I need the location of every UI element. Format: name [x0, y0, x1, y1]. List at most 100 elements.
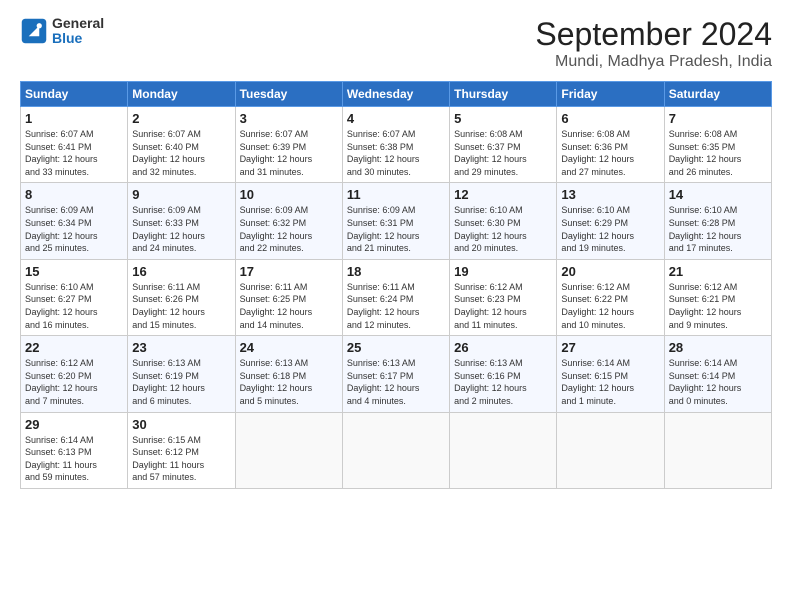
day-info: Sunrise: 6:13 AM Sunset: 6:16 PM Dayligh…: [454, 357, 552, 407]
day-number: 21: [669, 264, 767, 279]
weekday-header-sunday: Sunday: [21, 82, 128, 107]
day-number: 17: [240, 264, 338, 279]
day-cell: 18 Sunrise: 6:11 AM Sunset: 6:24 PM Dayli…: [342, 259, 449, 335]
day-cell: 14Sunrise: 6:10 AM Sunset: 6:28 PM Dayli…: [664, 183, 771, 259]
day-cell: [557, 412, 664, 488]
day-number: 22: [25, 340, 123, 355]
day-number: 29: [25, 417, 123, 432]
logo-blue: Blue: [52, 31, 104, 46]
day-cell: 29 Sunrise: 6:14 AM Sunset: 6:13 PM Dayli…: [21, 412, 128, 488]
day-info: Sunrise: 6:14 AM Sunset: 6:13 PM Dayligh…: [25, 434, 123, 484]
day-cell: 22 Sunrise: 6:12 AM Sunset: 6:20 PM Dayli…: [21, 336, 128, 412]
header-row: General Blue September 2024 Mundi, Madhy…: [20, 16, 772, 71]
day-cell: [664, 412, 771, 488]
day-info: Sunrise: 6:07 AM Sunset: 6:39 PM Dayligh…: [240, 128, 338, 178]
day-number: 7: [669, 111, 767, 126]
day-cell: 16 Sunrise: 6:11 AM Sunset: 6:26 PM Dayli…: [128, 259, 235, 335]
calendar-table: SundayMondayTuesdayWednesdayThursdayFrid…: [20, 81, 772, 489]
day-info: Sunrise: 6:07 AM Sunset: 6:41 PM Dayligh…: [25, 128, 123, 178]
weekday-header-tuesday: Tuesday: [235, 82, 342, 107]
day-cell: 5 Sunrise: 6:08 AM Sunset: 6:37 PM Daylig…: [450, 107, 557, 183]
day-cell: 26 Sunrise: 6:13 AM Sunset: 6:16 PM Dayli…: [450, 336, 557, 412]
day-info: Sunrise: 6:11 AM Sunset: 6:25 PM Dayligh…: [240, 281, 338, 331]
weekday-row: SundayMondayTuesdayWednesdayThursdayFrid…: [21, 82, 772, 107]
day-number: 10: [240, 187, 338, 202]
calendar-header: SundayMondayTuesdayWednesdayThursdayFrid…: [21, 82, 772, 107]
day-cell: 30 Sunrise: 6:15 AM Sunset: 6:12 PM Dayli…: [128, 412, 235, 488]
day-cell: 13 Sunrise: 6:10 AM Sunset: 6:29 PM Dayli…: [557, 183, 664, 259]
day-info: Sunrise: 6:09 AM Sunset: 6:32 PM Dayligh…: [240, 204, 338, 254]
day-number: 2: [132, 111, 230, 126]
day-info: Sunrise: 6:09 AM Sunset: 6:31 PM Dayligh…: [347, 204, 445, 254]
day-number: 30: [132, 417, 230, 432]
day-info: Sunrise: 6:15 AM Sunset: 6:12 PM Dayligh…: [132, 434, 230, 484]
day-number: 18: [347, 264, 445, 279]
day-number: 6: [561, 111, 659, 126]
week-row-5: 29 Sunrise: 6:14 AM Sunset: 6:13 PM Dayli…: [21, 412, 772, 488]
day-number: 3: [240, 111, 338, 126]
day-cell: 7Sunrise: 6:08 AM Sunset: 6:35 PM Daylig…: [664, 107, 771, 183]
day-number: 24: [240, 340, 338, 355]
day-cell: 8Sunrise: 6:09 AM Sunset: 6:34 PM Daylig…: [21, 183, 128, 259]
logo-icon: [20, 17, 48, 45]
day-info: Sunrise: 6:12 AM Sunset: 6:22 PM Dayligh…: [561, 281, 659, 331]
day-number: 12: [454, 187, 552, 202]
day-number: 8: [25, 187, 123, 202]
day-info: Sunrise: 6:10 AM Sunset: 6:29 PM Dayligh…: [561, 204, 659, 254]
day-info: Sunrise: 6:11 AM Sunset: 6:24 PM Dayligh…: [347, 281, 445, 331]
day-info: Sunrise: 6:07 AM Sunset: 6:40 PM Dayligh…: [132, 128, 230, 178]
day-cell: 23Sunrise: 6:13 AM Sunset: 6:19 PM Dayli…: [128, 336, 235, 412]
day-number: 19: [454, 264, 552, 279]
day-cell: 21 Sunrise: 6:12 AM Sunset: 6:21 PM Dayli…: [664, 259, 771, 335]
day-cell: 10 Sunrise: 6:09 AM Sunset: 6:32 PM Dayli…: [235, 183, 342, 259]
week-row-4: 22 Sunrise: 6:12 AM Sunset: 6:20 PM Dayli…: [21, 336, 772, 412]
day-number: 13: [561, 187, 659, 202]
day-cell: 1 Sunrise: 6:07 AM Sunset: 6:41 PM Daylig…: [21, 107, 128, 183]
day-cell: 15 Sunrise: 6:10 AM Sunset: 6:27 PM Dayli…: [21, 259, 128, 335]
day-cell: [235, 412, 342, 488]
day-number: 9: [132, 187, 230, 202]
day-number: 1: [25, 111, 123, 126]
day-info: Sunrise: 6:14 AM Sunset: 6:15 PM Dayligh…: [561, 357, 659, 407]
day-cell: 9Sunrise: 6:09 AM Sunset: 6:33 PM Daylig…: [128, 183, 235, 259]
day-cell: 12Sunrise: 6:10 AM Sunset: 6:30 PM Dayli…: [450, 183, 557, 259]
day-cell: 17 Sunrise: 6:11 AM Sunset: 6:25 PM Dayli…: [235, 259, 342, 335]
day-cell: 4Sunrise: 6:07 AM Sunset: 6:38 PM Daylig…: [342, 107, 449, 183]
day-number: 26: [454, 340, 552, 355]
day-info: Sunrise: 6:10 AM Sunset: 6:27 PM Dayligh…: [25, 281, 123, 331]
day-info: Sunrise: 6:11 AM Sunset: 6:26 PM Dayligh…: [132, 281, 230, 331]
day-cell: 19Sunrise: 6:12 AM Sunset: 6:23 PM Dayli…: [450, 259, 557, 335]
day-info: Sunrise: 6:08 AM Sunset: 6:36 PM Dayligh…: [561, 128, 659, 178]
day-cell: 11 Sunrise: 6:09 AM Sunset: 6:31 PM Dayli…: [342, 183, 449, 259]
day-info: Sunrise: 6:13 AM Sunset: 6:17 PM Dayligh…: [347, 357, 445, 407]
week-row-3: 15 Sunrise: 6:10 AM Sunset: 6:27 PM Dayli…: [21, 259, 772, 335]
day-number: 25: [347, 340, 445, 355]
day-info: Sunrise: 6:12 AM Sunset: 6:20 PM Dayligh…: [25, 357, 123, 407]
day-number: 27: [561, 340, 659, 355]
calendar-subtitle: Mundi, Madhya Pradesh, India: [535, 53, 772, 71]
day-number: 15: [25, 264, 123, 279]
day-info: Sunrise: 6:08 AM Sunset: 6:37 PM Dayligh…: [454, 128, 552, 178]
day-number: 23: [132, 340, 230, 355]
day-cell: 3 Sunrise: 6:07 AM Sunset: 6:39 PM Daylig…: [235, 107, 342, 183]
calendar-body: 1 Sunrise: 6:07 AM Sunset: 6:41 PM Daylig…: [21, 107, 772, 489]
weekday-header-monday: Monday: [128, 82, 235, 107]
day-cell: 6 Sunrise: 6:08 AM Sunset: 6:36 PM Daylig…: [557, 107, 664, 183]
day-cell: 2 Sunrise: 6:07 AM Sunset: 6:40 PM Daylig…: [128, 107, 235, 183]
day-info: Sunrise: 6:13 AM Sunset: 6:18 PM Dayligh…: [240, 357, 338, 407]
calendar-title: September 2024: [535, 16, 772, 53]
day-number: 11: [347, 187, 445, 202]
day-cell: 20Sunrise: 6:12 AM Sunset: 6:22 PM Dayli…: [557, 259, 664, 335]
day-number: 28: [669, 340, 767, 355]
logo: General Blue: [20, 16, 104, 47]
day-number: 16: [132, 264, 230, 279]
day-number: 14: [669, 187, 767, 202]
day-cell: 28Sunrise: 6:14 AM Sunset: 6:14 PM Dayli…: [664, 336, 771, 412]
title-block: September 2024 Mundi, Madhya Pradesh, In…: [535, 16, 772, 71]
day-cell: [342, 412, 449, 488]
day-info: Sunrise: 6:07 AM Sunset: 6:38 PM Dayligh…: [347, 128, 445, 178]
day-number: 5: [454, 111, 552, 126]
weekday-header-friday: Friday: [557, 82, 664, 107]
day-info: Sunrise: 6:12 AM Sunset: 6:21 PM Dayligh…: [669, 281, 767, 331]
logo-general: General: [52, 16, 104, 31]
